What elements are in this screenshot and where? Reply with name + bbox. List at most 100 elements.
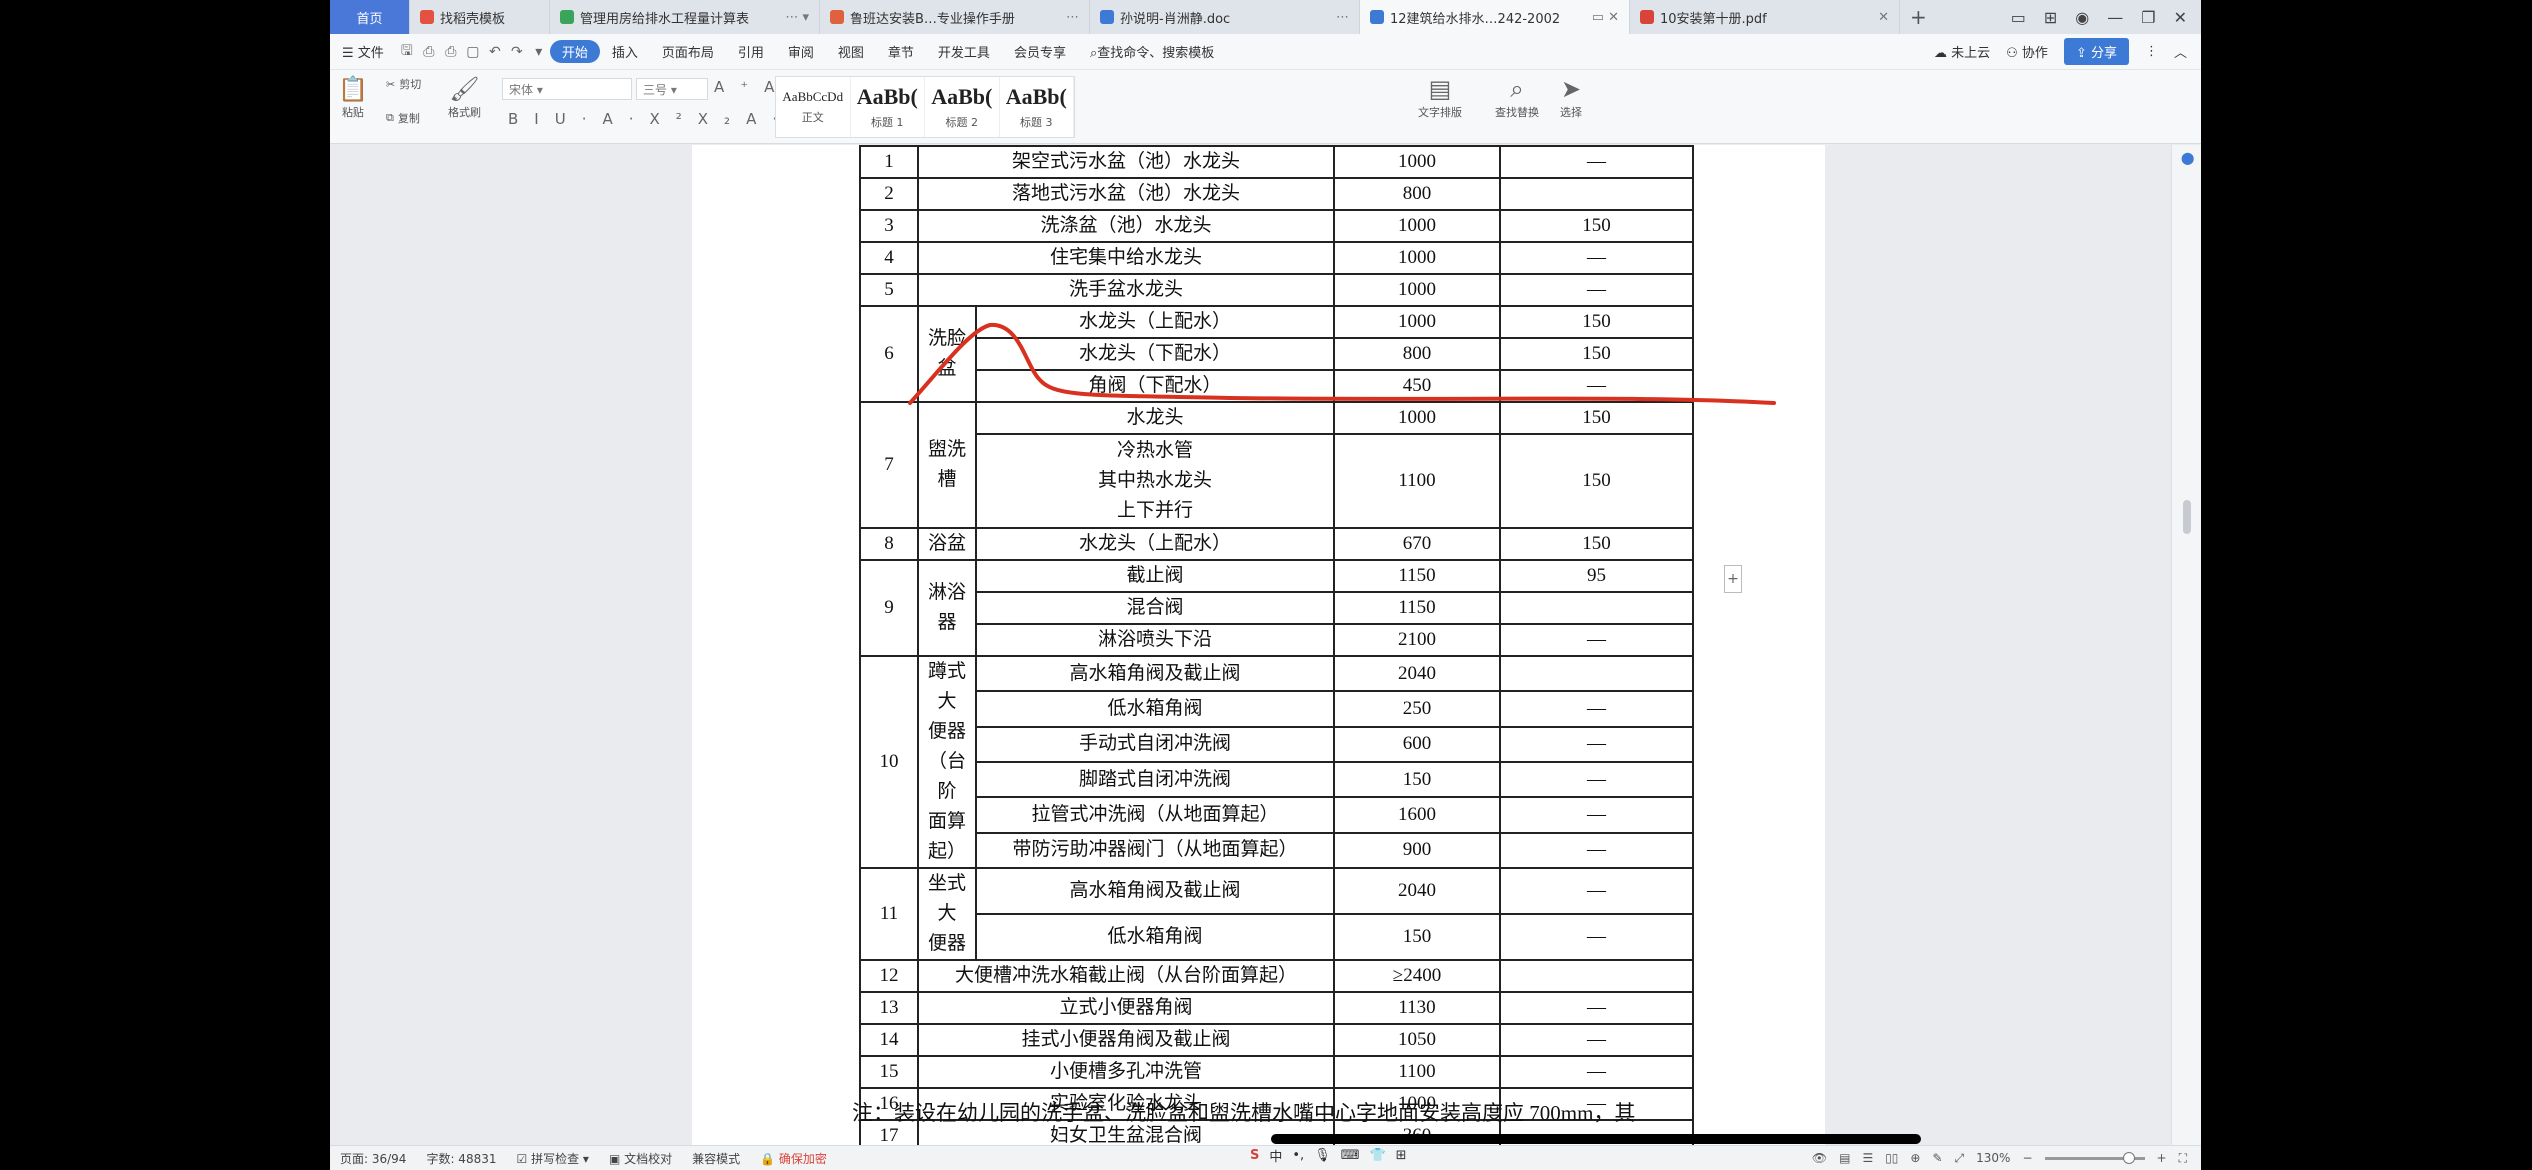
tab-pdf[interactable]: 10安装第十册.pdf ✕: [1630, 0, 1900, 34]
tab-templates[interactable]: 找稻壳模板: [410, 0, 550, 34]
read-view-icon[interactable]: ▯▯: [1885, 1151, 1898, 1165]
fit-icon[interactable]: ⤢: [1955, 1151, 1965, 1166]
style-heading-1[interactable]: AaBb(标题 1: [851, 77, 925, 137]
paste-button[interactable]: 📋 粘贴: [338, 74, 368, 120]
tab-home[interactable]: 首页: [330, 0, 410, 34]
fixture-type: 洗脸盆: [917, 305, 977, 403]
file-menu[interactable]: ☰ 文件: [330, 42, 396, 61]
format-painter-button[interactable]: 🖌 格式刷: [448, 74, 481, 120]
more-icon[interactable]: ▾: [528, 44, 550, 60]
document-area[interactable]: 1 架空式污水盆（池）水龙头 1000—2 落地式污水盆（池）水龙头 800 3 洗涤盆（池…: [330, 145, 2171, 1145]
menu-insert[interactable]: 插入: [600, 42, 650, 61]
doc-proof[interactable]: ▣ 文档校对: [599, 1150, 682, 1167]
spell-check[interactable]: ☑ 拼写检查 ▾: [507, 1150, 599, 1167]
command-search[interactable]: ⌕查找命令、搜索模板: [1078, 42, 1226, 61]
page-indicator[interactable]: 页面: 36/94: [330, 1150, 416, 1167]
preview-icon[interactable]: ▢: [462, 44, 484, 60]
sogou-icon[interactable]: S: [1250, 1148, 1259, 1163]
font-size-select[interactable]: 三号 ▾: [636, 78, 708, 100]
location-pin-icon[interactable]: ⬤: [2181, 151, 2194, 165]
text-layout-icon: ▤: [1428, 75, 1452, 103]
menu-section[interactable]: 章节: [876, 42, 926, 61]
menu-review[interactable]: 审阅: [776, 42, 826, 61]
layout-icon[interactable]: ▭: [2011, 8, 2026, 27]
eye-icon[interactable]: 👁: [1812, 1151, 1827, 1165]
undo-icon[interactable]: ↶: [484, 44, 506, 60]
encryption-status[interactable]: 🔒 确保加密: [750, 1150, 837, 1167]
close-icon[interactable]: ⋯ ▾: [775, 10, 809, 25]
avatar[interactable]: ◉: [2075, 8, 2089, 27]
page-view-icon[interactable]: ▤: [1839, 1151, 1850, 1165]
document-page[interactable]: 1 架空式污水盆（池）水龙头 1000—2 落地式污水盆（池）水龙头 800 3 洗涤盆（池…: [692, 145, 1825, 1145]
select-button[interactable]: ➤ 选择: [1560, 74, 1582, 120]
cloud-status[interactable]: ☁ 未上云: [1934, 42, 1990, 61]
print-icon[interactable]: ⎙: [440, 44, 462, 60]
font-name-select[interactable]: 宋体 ▾: [502, 78, 632, 100]
tab-manual[interactable]: 鲁班达安装B…专业操作手册 ⋯: [820, 0, 1090, 34]
horizontal-spacing: —: [1499, 831, 1694, 870]
scissors-icon: ✂: [386, 77, 396, 91]
add-row-button[interactable]: +: [1724, 565, 1742, 593]
ime-grid-icon[interactable]: ⊞: [1396, 1148, 1407, 1163]
tab-active-doc[interactable]: 12建筑给水排水…242-2002 ▭ ✕: [1360, 0, 1630, 34]
copy-button[interactable]: ⧉ 复制: [386, 110, 420, 126]
menu-member[interactable]: 会员专享: [1002, 42, 1078, 61]
close-icon[interactable]: ✕: [1868, 10, 1889, 25]
redo-icon[interactable]: ↷: [506, 44, 528, 60]
menu-start[interactable]: 开始: [549, 40, 600, 63]
collab-button[interactable]: ⚇ 协作: [2006, 42, 2048, 61]
mic-icon[interactable]: 🎙: [1314, 1148, 1331, 1163]
style-heading-3[interactable]: AaBb(标题 3: [1000, 77, 1074, 137]
paste-icon: 📋: [338, 75, 368, 103]
cut-button[interactable]: ✂ 剪切: [386, 76, 421, 92]
skin-icon[interactable]: 👕: [1369, 1148, 1385, 1163]
minimize-icon[interactable]: —: [2107, 8, 2123, 27]
fixture-item: 水龙头（上配水）: [975, 527, 1335, 561]
find-replace-button[interactable]: ⌕ 查找替换: [1495, 74, 1539, 120]
web-view-icon[interactable]: ⊕: [1910, 1151, 1920, 1165]
tab-spreadsheet[interactable]: 管理用房给排水工程量计算表 ⋯ ▾: [550, 0, 820, 34]
restore-icon[interactable]: ❐: [2141, 8, 2155, 27]
collapse-ribbon-icon[interactable]: ︿: [2174, 42, 2187, 61]
tab-doc[interactable]: 孙说明-肖洲静.doc ⋯: [1090, 0, 1360, 34]
style-normal[interactable]: AaBbCcDd 正文: [776, 77, 851, 137]
close-window-icon[interactable]: ✕: [2174, 8, 2187, 27]
table-row: 3 洗涤盆（池）水龙头 1000 150: [859, 209, 1694, 243]
menu-references[interactable]: 引用: [726, 42, 776, 61]
pen-icon[interactable]: ✎: [1932, 1151, 1942, 1165]
menu-developer[interactable]: 开发工具: [926, 42, 1002, 61]
install-height: 1130: [1333, 991, 1501, 1025]
close-icon[interactable]: ⋯: [1326, 10, 1349, 25]
more-menu-icon[interactable]: ⋮: [2145, 44, 2158, 59]
window-controls: ▭ ⊞ ◉ — ❐ ✕: [2011, 0, 2201, 34]
zoom-slider-handle[interactable]: [2122, 1151, 2135, 1164]
close-icon[interactable]: ⋯: [1056, 10, 1079, 25]
zoom-in-icon[interactable]: +: [2157, 1151, 2167, 1165]
menu-layout[interactable]: 页面布局: [650, 42, 726, 61]
word-count[interactable]: 字数: 48831: [416, 1150, 506, 1167]
fullscreen-icon[interactable]: ⛶: [2179, 1151, 2187, 1166]
ime-punct-icon[interactable]: •,: [1292, 1148, 1304, 1163]
zoom-level[interactable]: 130%: [1976, 1151, 2010, 1165]
horizontal-spacing: 150: [1499, 209, 1694, 243]
zoom-slider[interactable]: [2044, 1151, 2145, 1164]
new-tab-button[interactable]: +: [1900, 0, 1937, 34]
outline-view-icon[interactable]: ☰: [1862, 1151, 1873, 1165]
export-icon[interactable]: ⎙: [418, 44, 440, 60]
table-row: 5 洗手盆水龙头 1000—: [859, 273, 1694, 307]
save-icon[interactable]: 🖫: [396, 40, 418, 64]
grid-icon[interactable]: ⊞: [2044, 8, 2057, 27]
menu-view[interactable]: 视图: [826, 42, 876, 61]
row-number: 8: [859, 527, 919, 561]
close-icon[interactable]: ▭ ✕: [1582, 10, 1619, 25]
install-height: 1600: [1333, 796, 1501, 834]
ime-chinese[interactable]: 中: [1269, 1146, 1282, 1165]
scroll-thumb[interactable]: [2183, 500, 2191, 534]
zoom-out-icon[interactable]: −: [2022, 1151, 2032, 1165]
share-button[interactable]: ⇪ 分享: [2063, 38, 2129, 65]
text-layout-button[interactable]: ▤ 文字排版: [1418, 74, 1462, 120]
style-heading-2[interactable]: AaBb(标题 2: [925, 77, 1000, 137]
vertical-scrollbar[interactable]: ⬤: [2171, 145, 2201, 1145]
install-height: 1000: [1333, 145, 1501, 179]
keyboard-icon[interactable]: ⌨: [1341, 1148, 1360, 1163]
